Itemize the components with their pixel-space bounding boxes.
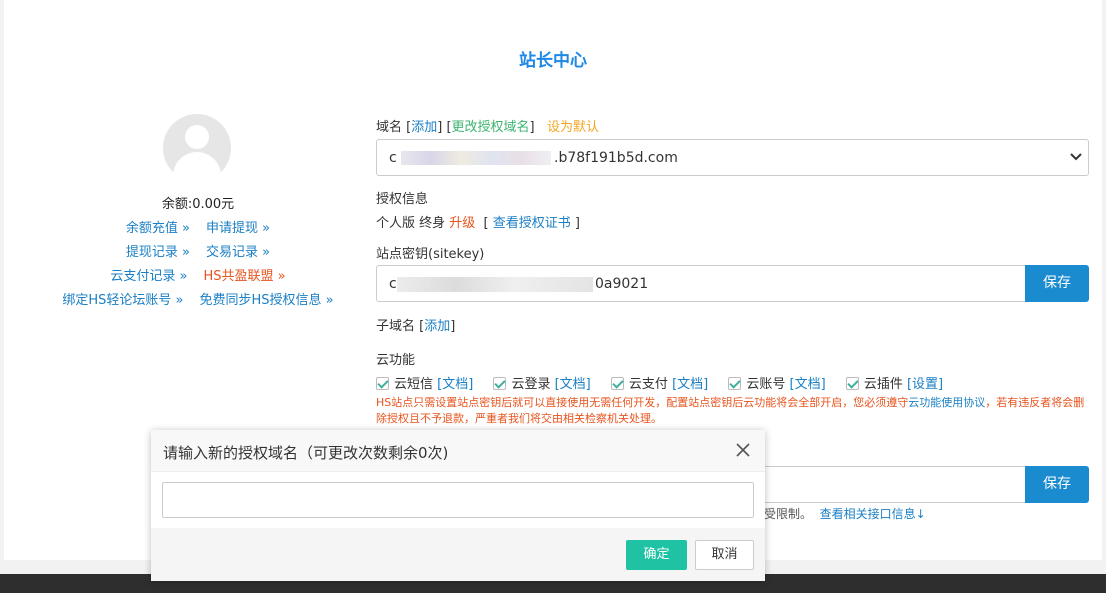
cloud-label: 云功能 [376,353,416,368]
doc-link[interactable]: [文档] [790,377,826,392]
sitekey-value-suffix: 0a9021 [595,276,649,292]
transaction-records-link[interactable]: 交易记录 » [206,245,270,260]
domain-label: 域名 [376,120,403,135]
cloud-item-login[interactable]: 云登录 [文档] [493,377,591,392]
sitekey-value-prefix: c [389,276,397,292]
cloud-item-pay[interactable]: 云支付 [文档] [610,377,708,392]
account-links-row: 提现记录 » 交易记录 » [0,241,396,260]
new-domain-input[interactable] [162,482,754,518]
license-row: 个人版 终身 升级 [ 查看授权证书 ] [376,216,580,231]
license-label: 授权信息 [376,192,429,207]
add-subdomain-link[interactable]: 添加 [424,319,450,334]
avatar [163,114,231,182]
chevron-down-icon [1070,153,1082,161]
dialog-title: 请输入新的授权域名（可更改次数剩余0次) [163,444,449,462]
sync-license-info-link[interactable]: 免费同步HS授权信息 » [200,293,334,308]
change-domain-dialog: 请输入新的授权域名（可更改次数剩余0次) 确定 取消 [151,430,765,581]
confirm-button[interactable]: 确定 [626,540,687,570]
cloud-items: 云短信 [文档] 云登录 [文档] 云支付 [文档] 云账号 [文档] 云插件 … [376,373,959,392]
sitekey-label: 站点密钥(sitekey) [376,247,485,262]
withdraw-records-link[interactable]: 提现记录 » [126,245,190,260]
cloud-payment-records-link[interactable]: 云支付记录 » [110,269,187,284]
cloud-item-plugin[interactable]: 云插件 [设置] [845,377,943,392]
dialog-footer: 确定 取消 [151,528,765,581]
api-note: 受限制。 查看相关接口信息↓ [764,507,926,521]
account-links-row: 云支付记录 » HS共盈联盟 » [0,265,396,284]
withdraw-request-link[interactable]: 申请提现 » [206,221,270,236]
view-cert-link[interactable]: 查看授权证书 [493,216,571,231]
checkbox-icon[interactable] [376,377,389,390]
domain-value-prefix: c [389,150,397,166]
checkbox-icon[interactable] [845,377,859,390]
domain-label-row: 域名 [添加] [更改授权域名] 设为默认 [376,120,600,135]
balance-text: 余额:0.00元 [161,197,235,212]
cancel-button[interactable]: 取消 [695,540,754,570]
dialog-header: 请输入新的授权域名（可更改次数剩余0次) [151,430,765,472]
redacted-blur [401,151,551,165]
doc-link[interactable]: [文档] [672,377,708,392]
doc-link[interactable]: [文档] [437,377,473,392]
redacted-blur [397,277,593,292]
api-info-link[interactable]: 查看相关接口信息↓ [820,507,926,521]
cloud-item-account[interactable]: 云账号 [文档] [728,377,826,392]
cloud-agreement-link[interactable]: 云功能使用协议 [908,396,985,409]
hs-alliance-link[interactable]: HS共盈联盟 » [203,269,285,284]
checkbox-icon[interactable] [493,377,507,390]
set-default-link[interactable]: 设为默认 [547,120,599,135]
upgrade-link[interactable]: 升级 [449,216,475,231]
doc-link[interactable]: [文档] [555,377,591,392]
account-links-row: 绑定HS轻论坛账号 » 免费同步HS授权信息 » [0,289,396,308]
recharge-link[interactable]: 余额充值 » [126,221,190,236]
subdomain-row: 子域名 [添加] [376,319,456,334]
bind-forum-account-link[interactable]: 绑定HS轻论坛账号 » [62,293,183,308]
domain-value-suffix: .b78f191b5d.com [554,150,678,166]
add-domain-link[interactable]: 添加 [411,120,437,135]
settings-link[interactable]: [设置] [907,377,943,392]
account-links-row: 余额充值 » 申请提现 » [0,217,396,236]
save-sitekey-button[interactable]: 保存 [1025,265,1089,302]
license-edition: 个人版 终身 [376,216,446,231]
cloud-warning-text: HS站点只需设置站点密钥后就可以直接使用无需任何开发，配置站点密钥后云功能将会全… [376,396,1085,425]
save-api-button[interactable]: 保存 [1025,466,1089,503]
change-domain-link[interactable]: 更改授权域名 [452,120,530,135]
cloud-item-sms[interactable]: 云短信 [文档] [376,377,473,392]
checkbox-icon[interactable] [610,377,624,390]
close-icon[interactable] [735,442,751,458]
sitekey-input[interactable]: c 0a9021 [376,265,1026,302]
checkbox-icon[interactable] [728,377,742,390]
domain-select[interactable]: c .b78f191b5d.com [376,139,1089,176]
page-title: 站长中心 [519,51,587,71]
subdomain-label: 子域名 [376,319,416,334]
